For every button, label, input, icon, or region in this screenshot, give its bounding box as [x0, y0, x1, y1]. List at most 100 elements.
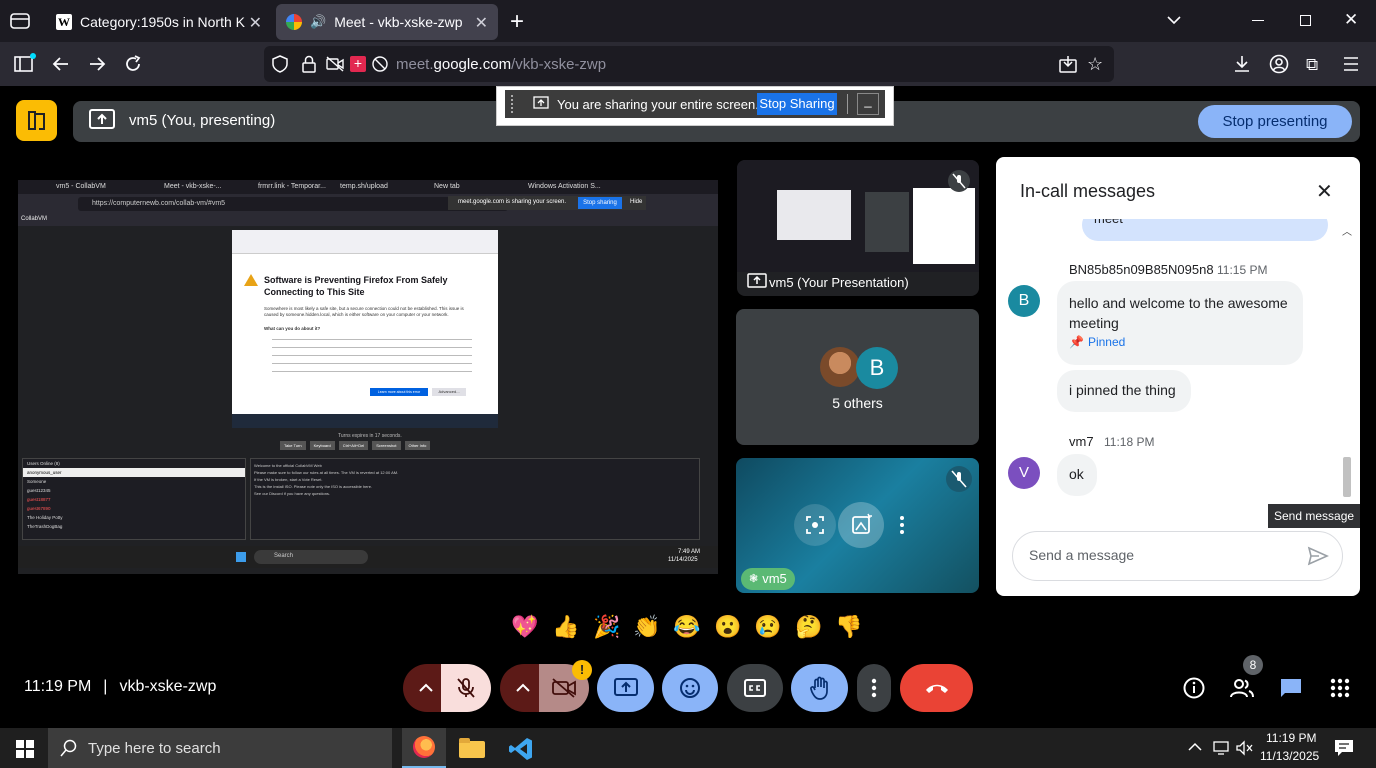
chat-avatar: B	[1008, 285, 1040, 317]
drag-handle-icon[interactable]	[511, 95, 514, 113]
speaker-icon[interactable]: 🔊	[310, 14, 326, 30]
meeting-code: vkb-xske-zwp	[119, 678, 217, 695]
install-app-icon[interactable]	[1059, 55, 1077, 73]
remote-sharing-text: meet.google.com is sharing your screen.	[458, 199, 567, 205]
muted-mic-icon	[948, 170, 970, 192]
others-tile[interactable]: B 5 others	[736, 309, 979, 445]
list-tabs-icon[interactable]	[1166, 12, 1182, 28]
close-tab-icon[interactable]: ✕	[475, 13, 488, 33]
mic-blocked-icon[interactable]	[372, 56, 388, 72]
frame-icon[interactable]	[794, 504, 836, 546]
present-screen-button[interactable]	[597, 664, 654, 712]
meeting-details-icon[interactable]	[1183, 677, 1205, 699]
chat-scrollbar[interactable]: ︿	[1342, 223, 1352, 501]
tracking-protection-icon[interactable]	[272, 55, 288, 73]
notifications-icon[interactable]	[1334, 739, 1354, 757]
back-icon[interactable]	[52, 55, 70, 73]
remote-time: 7:49 AM	[678, 549, 701, 555]
shared-screen-preview[interactable]: vm5 - CollabVM Meet - vkb-xske-... frmrr…	[18, 180, 718, 574]
remote-tab: Windows Activation S...	[528, 183, 601, 190]
reaction-thumbs-down[interactable]: 👎	[834, 612, 864, 642]
close-window-icon[interactable]: ✕	[1344, 10, 1358, 30]
taskbar-firefox-icon[interactable]	[402, 728, 446, 768]
chat-avatar: V	[1008, 457, 1040, 489]
close-chat-button[interactable]: ✕	[1316, 179, 1333, 204]
account-icon[interactable]	[1269, 54, 1289, 74]
send-icon[interactable]	[1307, 546, 1329, 566]
url-bar[interactable]: + meet.google.com/vkb-xske-zwp ☆	[264, 46, 1114, 82]
windows-taskbar: Type here to search 11:19 PM 11/13/2025	[0, 728, 1376, 768]
menu-icon[interactable]	[1343, 57, 1359, 71]
taskbar-vscode-icon[interactable]	[508, 736, 534, 762]
divider	[847, 94, 848, 114]
vm-error-page: Software is Preventing Firefox From Safe…	[232, 254, 498, 414]
downloads-icon[interactable]	[1233, 55, 1251, 73]
scroll-thumb[interactable]	[1343, 457, 1351, 497]
minimize-icon[interactable]	[1252, 20, 1264, 21]
message-input[interactable]: Send a message	[1012, 531, 1343, 581]
sidebar-icon[interactable]	[14, 53, 36, 73]
taskbar-file-explorer-icon[interactable]	[459, 738, 485, 758]
pinned-text: Pinned	[1087, 335, 1126, 349]
reaction-party[interactable]: 🎉	[592, 612, 622, 642]
hide-sharing-bar-button[interactable]: _	[857, 93, 879, 115]
chat-icon[interactable]	[1279, 677, 1303, 699]
forward-icon[interactable]	[88, 55, 106, 73]
send-reaction-button[interactable]	[662, 664, 718, 712]
activities-icon[interactable]	[1330, 678, 1350, 698]
chat-avatar-initial: B	[1018, 292, 1030, 309]
new-tab-button[interactable]: +	[510, 8, 524, 36]
meet-logo-button[interactable]	[16, 100, 57, 141]
taskbar-search-box[interactable]: Type here to search	[48, 728, 392, 768]
leave-call-button[interactable]	[900, 664, 973, 712]
search-icon	[60, 739, 78, 757]
self-label: vm5	[762, 571, 787, 586]
presentation-tile[interactable]: vm5 (Your Presentation)	[737, 160, 979, 296]
volume-muted-icon[interactable]	[1236, 740, 1254, 756]
scroll-up-icon[interactable]: ︿	[1342, 223, 1352, 238]
stop-sharing-button[interactable]: Stop Sharing	[757, 93, 837, 115]
taskbar-time[interactable]: 11:19 PM	[1266, 731, 1316, 745]
remote-user: The Holiday Potty	[27, 515, 63, 520]
chat-message-list[interactable]: meet BN85b85n09B85N095n8 11:15 PM B hell…	[996, 219, 1360, 511]
raise-hand-button[interactable]	[791, 664, 848, 712]
reaction-heart[interactable]: 💖	[510, 612, 540, 642]
camera-blocked-icon[interactable]	[326, 56, 344, 72]
more-options-button[interactable]	[857, 664, 891, 712]
reaction-surprised[interactable]: 😮	[713, 612, 743, 642]
reload-icon[interactable]	[124, 55, 142, 73]
show-hidden-icons[interactable]	[1188, 742, 1202, 752]
stop-presenting-button[interactable]: Stop presenting	[1198, 105, 1352, 138]
captions-button[interactable]	[727, 664, 783, 712]
reaction-thumbs-up[interactable]: 👍	[551, 612, 581, 642]
firefox-view-icon[interactable]	[10, 12, 30, 30]
presentation-thumbnail	[737, 160, 979, 272]
restore-icon[interactable]	[1300, 15, 1311, 26]
remote-chat-line: Please make sure to follow our rules at …	[254, 470, 399, 475]
network-icon[interactable]	[1213, 740, 1231, 756]
close-tab-icon[interactable]: ✕	[249, 13, 262, 33]
lock-icon[interactable]	[302, 55, 316, 73]
remote-vm-button: Keyboard	[309, 441, 335, 450]
self-tile[interactable]: ❃ vm5	[736, 458, 979, 593]
reaction-laugh[interactable]: 😂	[672, 612, 702, 642]
tab-wikipedia[interactable]: W Category:1950s in North Korea ✕	[46, 4, 272, 40]
reaction-clap[interactable]: 👏	[632, 612, 662, 642]
remote-vm-button: Ctrl+Alt+Del	[338, 441, 369, 450]
windows-start-icon[interactable]	[16, 740, 34, 758]
people-icon[interactable]	[1230, 678, 1254, 698]
reaction-sad[interactable]: 😢	[753, 612, 783, 642]
taskbar-date[interactable]: 11/13/2025	[1260, 749, 1319, 763]
send-message-tooltip: Send message	[1268, 504, 1361, 528]
reaction-thinking[interactable]: 🤔	[794, 612, 824, 642]
visual-effects-icon[interactable]	[838, 502, 884, 548]
tab-meet[interactable]: 🔊 Meet - vkb-xske-zwp ✕	[276, 4, 498, 40]
more-options-icon[interactable]	[894, 514, 910, 536]
screen-sharing-indicator-icon[interactable]: +	[350, 56, 366, 72]
sparkle-icon: ❃	[749, 573, 759, 585]
remote-search-text: Search	[274, 553, 294, 559]
extensions-icon[interactable]: ⧉	[1306, 55, 1318, 75]
bookmark-star-icon[interactable]: ☆	[1087, 54, 1103, 75]
toggle-mic-button[interactable]	[441, 664, 491, 712]
remote-url: https://computernewb.com/collab-vm/#vm5	[92, 200, 226, 207]
